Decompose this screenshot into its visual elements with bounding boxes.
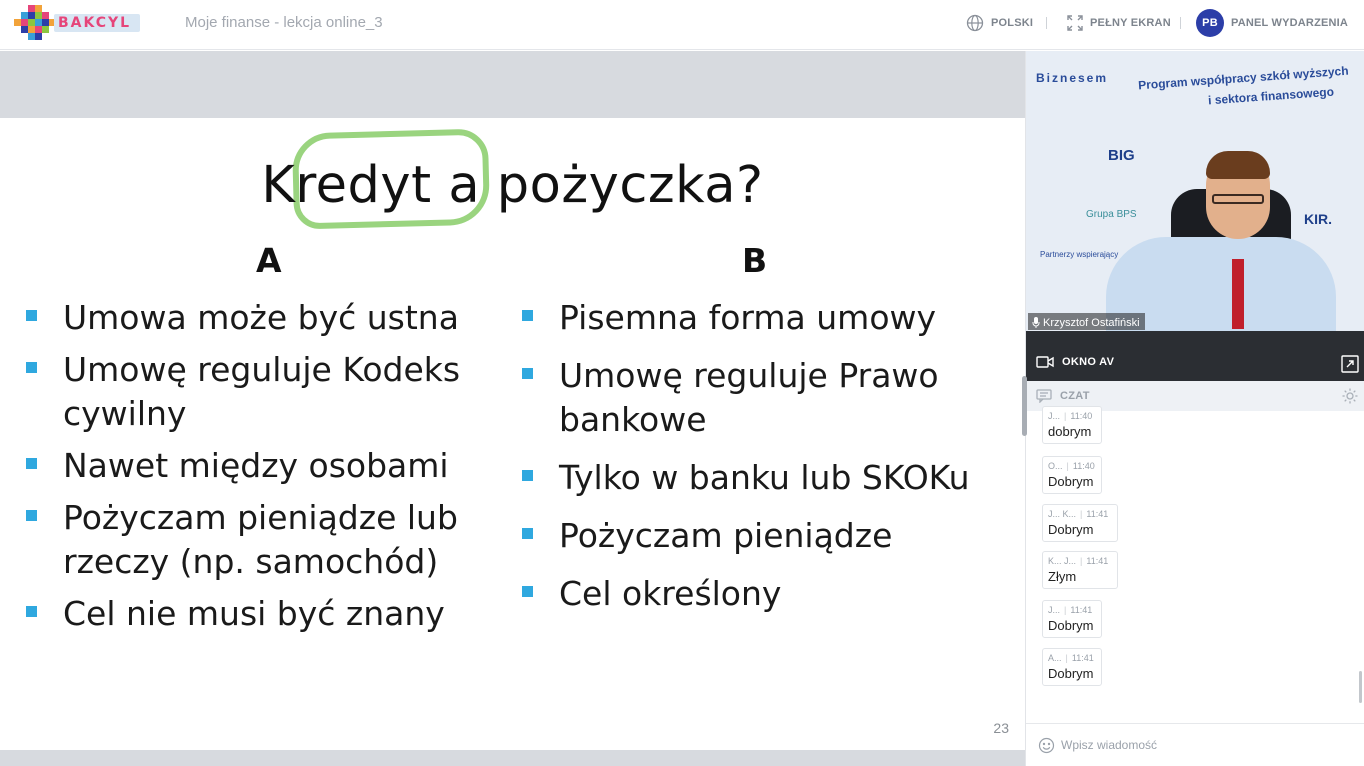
list-item: Cel nie musi być znany — [26, 592, 496, 636]
event-panel-button[interactable]: PB PANEL WYDARZENIA — [1196, 0, 1348, 46]
presenter-hair — [1206, 151, 1270, 179]
presenter-tie — [1232, 259, 1244, 329]
slide: Kredyt a pożyczka? A B Umowa może być us… — [0, 118, 1025, 750]
slide-title: Kredyt a pożyczka? — [261, 156, 764, 215]
list-item: Nawet między osobami — [26, 444, 496, 488]
banner-text: Partnerzy wspierający — [1040, 250, 1119, 259]
video-feed[interactable]: Biznesem Program współpracy szkół wyższy… — [1026, 51, 1364, 331]
emoji-icon[interactable] — [1038, 737, 1055, 754]
partner-logo: Grupa BPS — [1086, 209, 1137, 220]
message-text: Dobrym — [1048, 666, 1094, 681]
bullet-icon — [26, 458, 37, 469]
fullscreen-icon — [1067, 15, 1083, 31]
panel-resize-handle[interactable] — [1022, 376, 1027, 436]
bullet-icon — [26, 606, 37, 617]
partner-logo: BIG — [1108, 147, 1135, 164]
column-a-list: Umowa może być ustna Umowę reguluje Kode… — [26, 296, 496, 636]
bullet-icon — [26, 362, 37, 373]
message-meta: J... | 11:41 — [1048, 605, 1093, 615]
bullet-icon — [522, 586, 533, 597]
presenter-glasses — [1212, 194, 1264, 204]
message-meta: A... | 11:41 — [1048, 653, 1094, 663]
chat-message: J... | 11:40 dobrym — [1042, 406, 1102, 444]
fullscreen-button[interactable]: PEŁNY EKRAN — [1067, 0, 1171, 46]
partner-logo: KIR. — [1304, 211, 1332, 227]
divider — [1046, 17, 1047, 29]
logo-text: BAKCYL — [54, 14, 140, 32]
list-item: Pisemna forma umowy — [522, 296, 1002, 340]
list-item: Umowę reguluje Prawo bankowe — [522, 354, 1002, 442]
popout-icon[interactable] — [1341, 355, 1359, 373]
event-panel-label: PANEL WYDARZENIA — [1231, 17, 1349, 29]
banner-text: Biznesem — [1036, 71, 1109, 85]
message-text: Złym — [1048, 569, 1077, 584]
bullet-icon — [522, 310, 533, 321]
column-b-list: Pisemna forma umowy Umowę reguluje Prawo… — [522, 296, 1002, 616]
message-meta: O... | 11:40 — [1048, 461, 1095, 471]
list-item: Umowa może być ustna — [26, 296, 496, 340]
chat-message: A... | 11:41 Dobrym — [1042, 648, 1102, 686]
message-text: Dobrym — [1048, 474, 1094, 489]
divider — [1180, 17, 1181, 29]
top-bar: BAKCYL Moje finanse - lekcja online_3 PO… — [0, 0, 1364, 50]
chat-message: J... | 11:41 Dobrym — [1042, 600, 1102, 638]
bullet-icon — [522, 528, 533, 539]
list-item: Umowę reguluje Kodeks cywilny — [26, 348, 496, 436]
session-title: Moje finanse - lekcja online_3 — [185, 14, 383, 31]
chat-message: J... K... | 11:41 Dobrym — [1042, 504, 1118, 542]
av-window-toggle[interactable]: OKNO AV — [1036, 356, 1114, 368]
globe-icon — [966, 14, 984, 32]
slide-page-number: 23 — [993, 720, 1009, 736]
list-item: Pożyczam pieniądze — [522, 514, 1002, 558]
microphone-icon — [1032, 317, 1040, 328]
presentation-stage: Kredyt a pożyczka? A B Umowa może być us… — [0, 51, 1025, 766]
chat-composer — [1026, 723, 1364, 766]
bakcyl-logo[interactable]: BAKCYL — [14, 5, 140, 40]
list-item: Cel określony — [522, 572, 1002, 616]
message-text: Dobrym — [1048, 522, 1094, 537]
language-button[interactable]: POLSKI — [966, 0, 1033, 46]
column-a-heading: A — [256, 241, 282, 280]
language-label: POLSKI — [991, 17, 1034, 29]
banner-text: i sektora finansowego — [1207, 84, 1335, 108]
av-window-bar: OKNO AV — [1026, 331, 1364, 381]
bullet-icon — [522, 368, 533, 379]
avatar: PB — [1196, 9, 1224, 37]
bullet-icon — [26, 510, 37, 521]
column-b-heading: B — [742, 241, 768, 280]
gear-icon[interactable] — [1341, 387, 1359, 405]
av-window-label: OKNO AV — [1062, 356, 1115, 368]
chat-message: K... J... | 11:41 Złym — [1042, 551, 1118, 589]
chat-label: CZAT — [1060, 390, 1090, 402]
logo-mosaic-icon — [14, 5, 58, 40]
chat-message-input[interactable] — [1061, 738, 1301, 752]
chat-bubble-icon — [1036, 389, 1052, 403]
fullscreen-label: PEŁNY EKRAN — [1090, 17, 1171, 29]
video-camera-icon — [1036, 356, 1054, 368]
speaker-name: Krzysztof Ostafiński — [1043, 316, 1140, 329]
chat-scrollbar[interactable] — [1359, 671, 1362, 703]
message-text: Dobrym — [1048, 618, 1094, 633]
list-item: Tylko w banku lub SKOKu — [522, 456, 1002, 500]
bullet-icon — [26, 310, 37, 321]
message-text: dobrym — [1048, 424, 1092, 439]
chat-message: O... | 11:40 Dobrym — [1042, 456, 1102, 494]
right-panel: Biznesem Program współpracy szkół wyższy… — [1022, 51, 1364, 766]
message-meta: J... | 11:40 — [1048, 411, 1093, 421]
message-meta: K... J... | 11:41 — [1048, 556, 1109, 566]
message-meta: J... K... | 11:41 — [1048, 509, 1109, 519]
speaker-tag: Krzysztof Ostafiński — [1028, 313, 1145, 330]
bullet-icon — [522, 470, 533, 481]
list-item: Pożyczam pieniądze lub rzeczy (np. samoc… — [26, 496, 496, 584]
